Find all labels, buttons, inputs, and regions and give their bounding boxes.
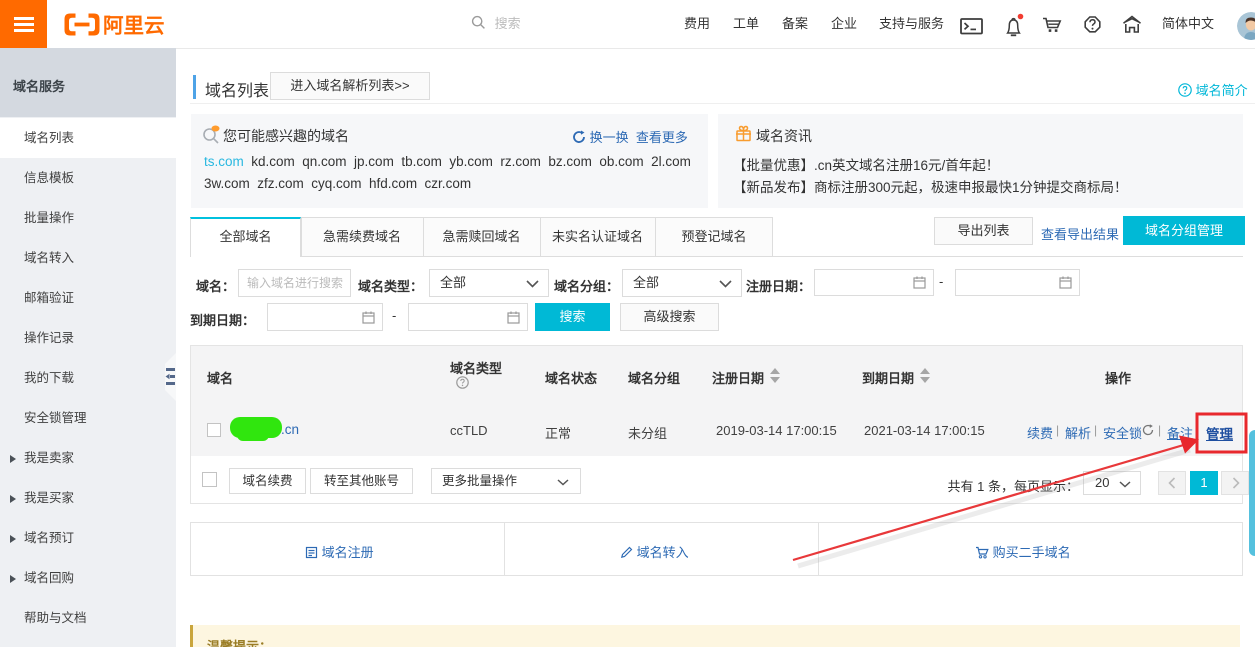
svg-text:阿里云: 阿里云 <box>103 15 165 38</box>
